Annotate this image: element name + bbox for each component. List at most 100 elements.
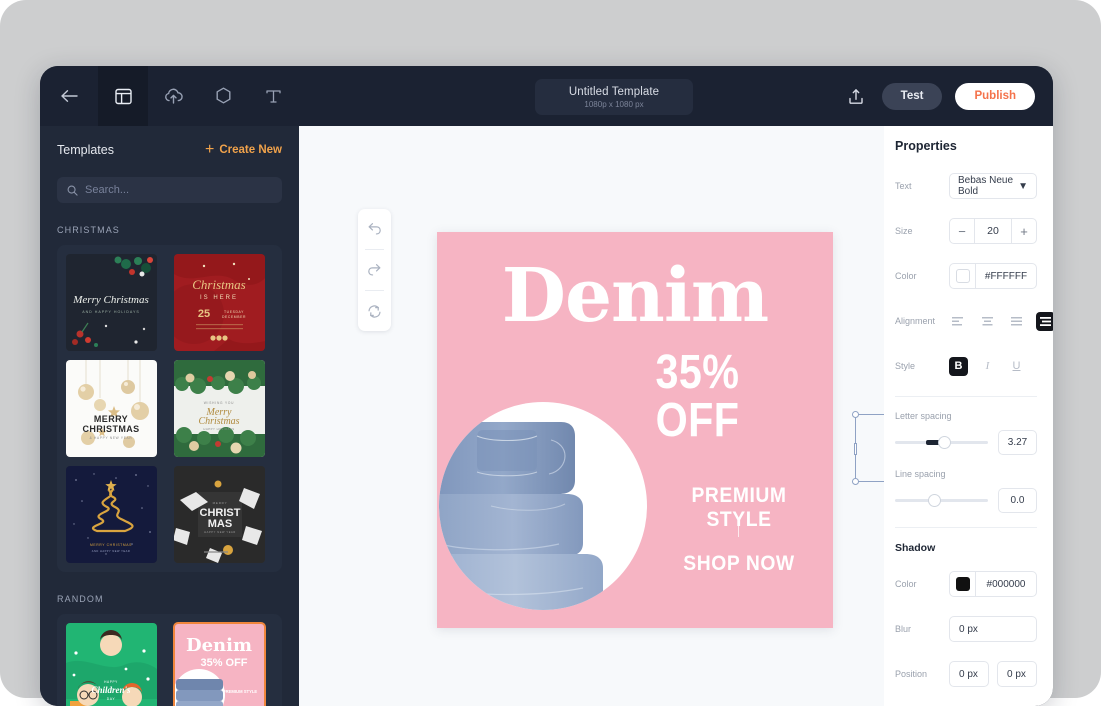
svg-text:MAS: MAS bbox=[208, 518, 232, 530]
shadow-position-row: Position 0 px 0 px bbox=[895, 659, 1037, 689]
size-increase-button[interactable]: + bbox=[1012, 219, 1036, 243]
template-thumb: MERRY CHRISTMAS AND HAPPY NEW YEAR bbox=[66, 466, 157, 563]
bold-button[interactable]: B bbox=[949, 356, 968, 376]
line-spacing-block: Line spacing 0.0 bbox=[895, 469, 1037, 513]
artboard-shop-text[interactable]: SHOP NOW bbox=[656, 552, 822, 576]
svg-text:Denim: Denim bbox=[186, 635, 252, 656]
undo-button[interactable] bbox=[358, 209, 391, 249]
align-center-button[interactable] bbox=[978, 312, 997, 331]
share-upload-button[interactable] bbox=[843, 83, 869, 109]
cloud-upload-icon bbox=[164, 88, 183, 104]
line-spacing-knob[interactable] bbox=[927, 494, 941, 507]
shadow-color-field: #000000 bbox=[949, 571, 1037, 597]
letter-spacing-value[interactable]: 3.27 bbox=[998, 430, 1037, 455]
create-new-label: Create New bbox=[219, 144, 282, 156]
text-color-swatch-button[interactable] bbox=[950, 264, 976, 288]
template-denim-sale-pink[interactable]: Denim 35% OFF PREMIUM STYLE SHOP NOW bbox=[173, 622, 266, 706]
text-color-hex[interactable]: #FFFFFF bbox=[976, 271, 1036, 282]
italic-button[interactable]: I bbox=[978, 357, 997, 376]
svg-text:MERRY CHRISTMAS: MERRY CHRISTMAS bbox=[90, 543, 132, 547]
test-button[interactable]: Test bbox=[881, 82, 943, 110]
shadow-section-title: Shadow bbox=[895, 542, 936, 554]
line-spacing-slider[interactable] bbox=[895, 494, 988, 507]
create-new-button[interactable]: + Create New bbox=[205, 142, 282, 158]
back-button[interactable] bbox=[40, 66, 98, 126]
line-spacing-value[interactable]: 0.0 bbox=[998, 488, 1037, 513]
template-merry-christmas-baubles[interactable]: MERRY CHRISTMAS & HAPPY NEW YEAR bbox=[66, 360, 157, 457]
text-tool[interactable] bbox=[248, 66, 298, 126]
underline-button[interactable]: U bbox=[1007, 357, 1026, 376]
group-label-christmas: CHRISTMAS bbox=[57, 225, 120, 235]
text-label: Text bbox=[895, 181, 912, 191]
svg-text:TUESDAY: TUESDAY bbox=[224, 310, 244, 314]
style-label: Style bbox=[895, 361, 916, 371]
alignment-row: Alignment bbox=[895, 306, 1053, 336]
document-size: 1080p x 1080 px bbox=[584, 99, 644, 109]
document-title-chip[interactable]: Untitled Template 1080p x 1080 px bbox=[535, 79, 693, 115]
size-stepper: − 20 + bbox=[949, 218, 1037, 244]
template-thumb: Denim 35% OFF PREMIUM STYLE SHOP NOW bbox=[174, 623, 265, 706]
selection-handle-left[interactable] bbox=[854, 443, 857, 455]
chevron-down-icon: ▼ bbox=[1018, 180, 1028, 192]
underline-icon: U bbox=[1012, 360, 1021, 372]
svg-text:Christmas: Christmas bbox=[198, 416, 239, 427]
template-christmas-is-here-red[interactable]: Christmas IS HERE 25 TUESDAY DECEMBER bbox=[174, 254, 265, 351]
shadow-color-swatch-button[interactable] bbox=[950, 572, 976, 596]
artboard-title[interactable]: Denim bbox=[437, 259, 833, 333]
letter-spacing-block: Letter spacing 3.27 bbox=[895, 411, 1037, 455]
svg-text:AND HAPPY NEW YEAR: AND HAPPY NEW YEAR bbox=[92, 549, 130, 553]
redo-button[interactable] bbox=[358, 250, 391, 290]
text-color-field: #FFFFFF bbox=[949, 263, 1037, 289]
search-icon bbox=[67, 185, 78, 196]
template-merry-christmas-wreath[interactable]: WISHING YOU Merry Christmas HAPPY HOLIDA… bbox=[174, 360, 265, 457]
position-y-input[interactable]: 0 px bbox=[997, 661, 1037, 687]
letter-spacing-knob[interactable] bbox=[937, 436, 951, 449]
position-label: Position bbox=[895, 669, 928, 679]
search-input[interactable]: Search... bbox=[57, 177, 282, 203]
align-justify-icon bbox=[1040, 316, 1051, 326]
artboard-premium-text[interactable]: PREMIUM STYLE bbox=[656, 484, 822, 532]
shape-tool[interactable] bbox=[198, 66, 248, 126]
template-grid-christmas: Merry Christmas AND HAPPY HOLIDAYS Chris… bbox=[57, 245, 282, 572]
svg-text:HAPPY: HAPPY bbox=[104, 680, 118, 684]
color-row: Color #FFFFFF bbox=[895, 261, 1037, 291]
selection-handle-top-left[interactable] bbox=[852, 411, 859, 418]
align-right-button[interactable] bbox=[1007, 312, 1026, 331]
font-select[interactable]: Bebas Neue Bold ▼ bbox=[949, 173, 1037, 199]
layout-tool[interactable] bbox=[98, 66, 148, 126]
blur-input[interactable]: 0 px bbox=[949, 616, 1037, 642]
alignment-options bbox=[949, 311, 1053, 331]
top-toolbar: Untitled Template 1080p x 1080 px Test P… bbox=[40, 66, 1053, 126]
italic-icon: I bbox=[985, 360, 990, 372]
shadow-color-hex[interactable]: #000000 bbox=[976, 579, 1036, 590]
svg-text:WISHING YOU: WISHING YOU bbox=[204, 401, 235, 405]
artboard[interactable]: Denim 35% OFF PREMIUM STYLE SHOP NOW bbox=[437, 232, 833, 628]
style-row: Style B I U bbox=[895, 351, 1037, 381]
template-christmas-gifts-dark[interactable]: MERRY CHRIST MAS HAPPY NEW YEAR bbox=[174, 466, 265, 563]
size-label: Size bbox=[895, 226, 913, 236]
size-decrease-button[interactable]: − bbox=[950, 219, 974, 243]
align-justify-button[interactable] bbox=[1036, 311, 1053, 331]
template-thumb: WISHING YOU Merry Christmas HAPPY HOLIDA… bbox=[174, 360, 265, 457]
upload-tool[interactable] bbox=[148, 66, 198, 126]
svg-text:HAPPY HOLIDAYS: HAPPY HOLIDAYS bbox=[203, 427, 234, 431]
align-left-button[interactable] bbox=[949, 312, 968, 331]
template-merry-christmas-dark[interactable]: Merry Christmas AND HAPPY HOLIDAYS bbox=[66, 254, 157, 351]
search-placeholder: Search... bbox=[85, 184, 130, 196]
size-value[interactable]: 20 bbox=[974, 219, 1012, 243]
selection-handle-bottom-left[interactable] bbox=[852, 478, 859, 485]
templates-sidebar: Templates + Create New Search... CHRISTM… bbox=[40, 126, 299, 706]
template-thumb: Christmas IS HERE 25 TUESDAY DECEMBER bbox=[174, 254, 265, 351]
reset-button[interactable] bbox=[358, 291, 391, 331]
letter-spacing-slider[interactable] bbox=[895, 436, 988, 449]
app-window: Untitled Template 1080p x 1080 px Test P… bbox=[40, 66, 1053, 706]
line-spacing-row: 0.0 bbox=[895, 488, 1037, 513]
template-golden-tree-navy[interactable]: MERRY CHRISTMAS AND HAPPY NEW YEAR bbox=[66, 466, 157, 563]
properties-title: Properties bbox=[895, 139, 957, 153]
publish-button[interactable]: Publish bbox=[955, 82, 1035, 110]
style-options: B I U bbox=[949, 356, 1037, 376]
position-x-input[interactable]: 0 px bbox=[949, 661, 989, 687]
template-childrens-day-green[interactable]: HAPPY Children's DAY bbox=[66, 623, 157, 706]
template-thumb: MERRY CHRIST MAS HAPPY NEW YEAR bbox=[174, 466, 265, 563]
blur-label: Blur bbox=[895, 624, 912, 634]
